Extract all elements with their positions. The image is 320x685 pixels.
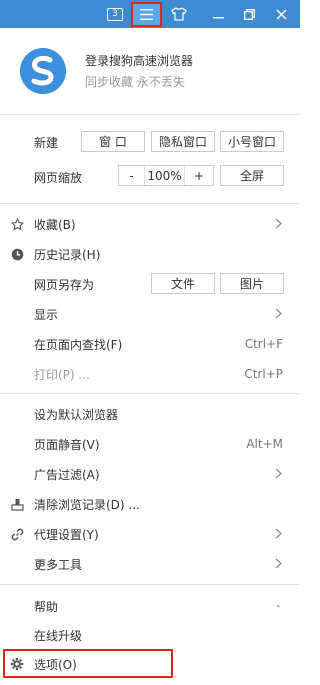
save-file-button[interactable]: 文件 — [151, 273, 215, 294]
menu-item-label: 在线升级 — [34, 628, 83, 643]
clock-icon — [10, 247, 24, 261]
menu-item-label: 代理设置(Y) — [34, 527, 99, 542]
menu-item-label: 页面静音(V) — [34, 437, 100, 452]
new-window-button[interactable]: 窗 口 — [81, 131, 145, 152]
restore-icon — [243, 8, 255, 20]
divider — [0, 393, 300, 394]
sogou-logo-icon — [20, 48, 66, 94]
login-subtitle: 同步收藏 永不丢失 — [85, 75, 185, 89]
menu-item-label: 网页另存为 — [34, 277, 95, 292]
zoom-label: 网页缩放 — [34, 171, 83, 185]
star-icon — [10, 217, 24, 231]
menu-item-favorites[interactable]: 收藏(B) — [0, 210, 300, 238]
zoom-control: - 100% + — [118, 165, 214, 186]
new-label: 新建 — [34, 136, 59, 150]
eraser-icon — [10, 497, 24, 511]
login-title[interactable]: 登录搜狗高速浏览器 — [85, 52, 193, 69]
close-icon — [275, 8, 287, 20]
skin-icon — [171, 7, 187, 21]
minimize-button[interactable] — [203, 3, 233, 25]
menu-item-label: 设为默认浏览器 — [34, 407, 119, 422]
chevron-right-icon — [275, 558, 282, 572]
zoom-value: 100% — [145, 166, 185, 185]
tab-counter-badge: 3 — [107, 7, 123, 21]
chevron-right-icon — [275, 528, 282, 542]
divider — [0, 584, 300, 585]
menu-item-history[interactable]: 历史记录(H) — [0, 240, 300, 268]
tab-counter-button[interactable]: 3 — [100, 3, 130, 25]
menu-item-set-default[interactable]: 设为默认浏览器 — [0, 400, 300, 428]
menu-item-more-tools[interactable]: 更多工具 — [0, 550, 300, 578]
menu-item-mute[interactable]: 页面静音(V) Alt+M — [0, 430, 300, 458]
login-panel[interactable]: 登录搜狗高速浏览器 同步收藏 永不丢失 — [0, 28, 300, 114]
menu-item-display[interactable]: 显示 — [0, 300, 300, 328]
zoom-in-button[interactable]: + — [185, 166, 213, 185]
close-button[interactable] — [266, 3, 296, 25]
link-icon — [10, 527, 24, 541]
skin-button[interactable] — [164, 3, 194, 25]
menu-button[interactable] — [131, 2, 162, 27]
menu-item-label: 历史记录(H) — [34, 247, 101, 262]
menu-item-ad-filter[interactable]: 广告过滤(A) — [0, 460, 300, 488]
shortcut-label: Alt+M — [246, 437, 283, 451]
chevron-right-icon — [276, 598, 281, 612]
divider — [0, 114, 300, 115]
menu-icon — [140, 9, 153, 20]
menu-item-label: 帮助 — [34, 599, 59, 614]
chevron-right-icon — [275, 468, 282, 482]
restore-button[interactable] — [234, 3, 264, 25]
menu-item-label: 收藏(B) — [34, 217, 76, 232]
menu-item-label: 在页面内查找(F) — [34, 337, 123, 352]
chevron-right-icon — [275, 218, 282, 232]
shortcut-label: Ctrl+P — [244, 367, 283, 381]
menu-item-label: 广告过滤(A) — [34, 467, 100, 482]
zoom-out-button[interactable]: - — [119, 166, 145, 185]
small-window-button[interactable]: 小号窗口 — [220, 131, 284, 152]
menu-item-find[interactable]: 在页面内查找(F) Ctrl+F — [0, 330, 300, 358]
title-bar: 3 — [0, 0, 300, 28]
fullscreen-button[interactable]: 全屏 — [220, 165, 284, 186]
save-image-button[interactable]: 图片 — [220, 273, 284, 294]
menu-item-label: 显示 — [34, 307, 59, 322]
menu-item-label: 更多工具 — [34, 557, 83, 572]
options-highlight — [3, 649, 173, 678]
shortcut-label: Ctrl+F — [244, 337, 283, 351]
chevron-right-icon — [275, 308, 282, 322]
menu-item-upgrade[interactable]: 在线升级 — [0, 621, 300, 649]
menu-item-proxy[interactable]: 代理设置(Y) — [0, 520, 300, 548]
menu-item-help[interactable]: 帮助 — [0, 592, 300, 620]
menu-item-label: 清除浏览记录(D) ... — [34, 497, 140, 512]
minimize-icon — [212, 16, 224, 18]
menu-item-label: 打印(P) ... — [34, 367, 90, 382]
divider — [0, 203, 300, 204]
private-window-button[interactable]: 隐私窗口 — [151, 131, 215, 152]
menu-item-print[interactable]: 打印(P) ... Ctrl+P — [0, 360, 300, 388]
menu-item-clear-data[interactable]: 清除浏览记录(D) ... — [0, 490, 300, 518]
